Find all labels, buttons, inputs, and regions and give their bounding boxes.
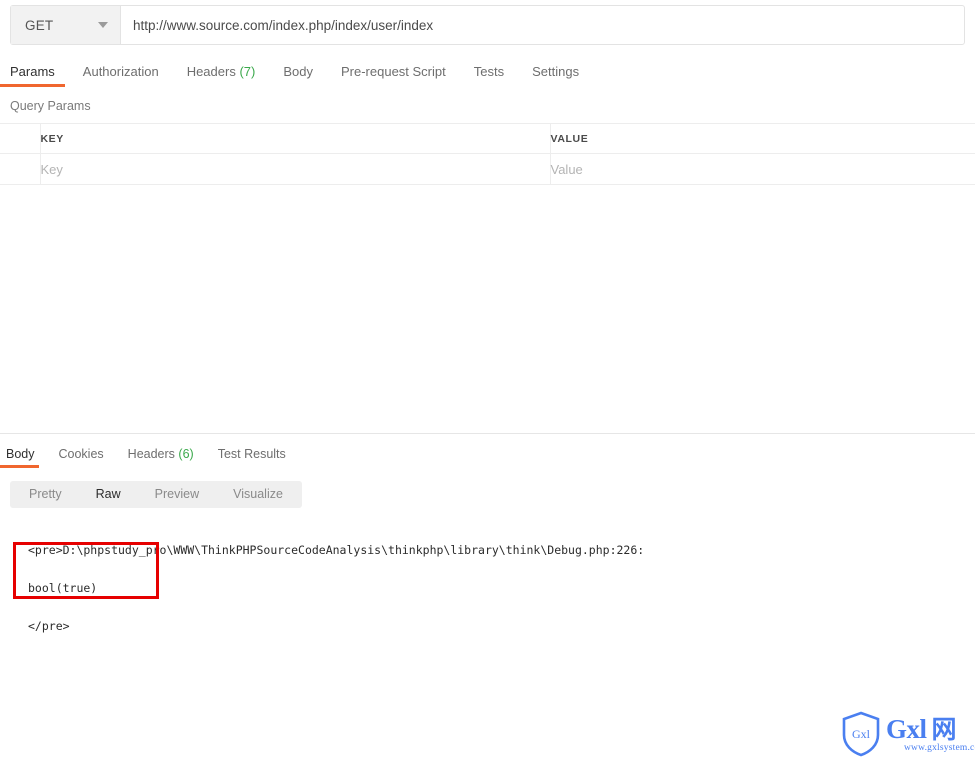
request-url-input[interactable]: http://www.source.com/index.php/index/us… bbox=[121, 6, 964, 44]
query-params-title: Query Params bbox=[10, 99, 91, 113]
response-tab-cookies-label: Cookies bbox=[58, 447, 104, 461]
header-cell-value: VALUE bbox=[550, 123, 975, 154]
shield-icon: Gxl bbox=[842, 711, 880, 757]
tab-headers-count: (7) bbox=[239, 64, 256, 79]
view-mode-visualize[interactable]: Visualize bbox=[216, 481, 300, 508]
request-empty-area bbox=[0, 185, 975, 433]
tab-tests-label: Tests bbox=[473, 64, 505, 79]
watermark: Gxl Gxl 网 www.gxlsystem.com bbox=[840, 708, 975, 760]
chevron-down-icon bbox=[98, 22, 108, 28]
tab-pre-request-script[interactable]: Pre-request Script bbox=[341, 64, 446, 87]
request-tabs: Params Authorization Headers (7) Body Pr… bbox=[0, 59, 975, 87]
response-tabs: Body Cookies Headers (6) Test Results bbox=[0, 440, 975, 468]
response-tab-body-label: Body bbox=[6, 447, 35, 461]
tab-params[interactable]: Params bbox=[0, 64, 65, 87]
tab-settings-label: Settings bbox=[532, 64, 580, 79]
header-cell-key: KEY bbox=[40, 123, 551, 154]
response-view-mode-group: Pretty Raw Preview Visualize bbox=[10, 481, 302, 508]
view-mode-preview[interactable]: Preview bbox=[138, 481, 216, 508]
tab-headers-label: Headers bbox=[186, 64, 236, 79]
response-body-line: </pre> bbox=[28, 619, 70, 633]
tab-settings[interactable]: Settings bbox=[532, 64, 579, 87]
response-tab-cookies[interactable]: Cookies bbox=[59, 447, 104, 468]
row-key-input[interactable]: Key bbox=[40, 153, 551, 185]
tab-body-label: Body bbox=[283, 64, 313, 79]
tab-tests[interactable]: Tests bbox=[474, 64, 504, 87]
response-body[interactable]: <pre>D:\phpstudy_pro\WWW\ThinkPHPSourceC… bbox=[0, 522, 975, 655]
tab-pre-request-script-label: Pre-request Script bbox=[340, 64, 446, 79]
query-params-table: KEY VALUE Key Value bbox=[0, 123, 975, 185]
response-body-line: bool(true) bbox=[28, 581, 98, 595]
header-cell-select bbox=[0, 123, 41, 154]
tab-authorization[interactable]: Authorization bbox=[83, 64, 159, 87]
http-method-label: GET bbox=[25, 17, 54, 33]
response-tab-test-results[interactable]: Test Results bbox=[218, 447, 286, 468]
row-checkbox-cell[interactable] bbox=[0, 153, 41, 185]
response-tab-body[interactable]: Body bbox=[0, 447, 38, 468]
view-mode-raw[interactable]: Raw bbox=[79, 481, 138, 508]
watermark-url: www.gxlsystem.com bbox=[904, 743, 975, 753]
table-header-row: KEY VALUE bbox=[0, 123, 975, 154]
watermark-text-group: Gxl 网 www.gxlsystem.com bbox=[886, 715, 975, 753]
svg-text:Gxl: Gxl bbox=[852, 727, 871, 741]
response-tab-headers-label: Headers bbox=[127, 447, 175, 461]
tab-params-label: Params bbox=[10, 64, 55, 79]
table-row: Key Value bbox=[0, 153, 975, 185]
view-mode-pretty[interactable]: Pretty bbox=[12, 481, 79, 508]
tab-authorization-label: Authorization bbox=[82, 64, 159, 79]
row-value-input[interactable]: Value bbox=[550, 153, 975, 185]
response-tab-headers[interactable]: Headers (6) bbox=[128, 447, 194, 468]
response-body-line: <pre>D:\phpstudy_pro\WWW\ThinkPHPSourceC… bbox=[28, 543, 645, 557]
response-divider bbox=[0, 433, 975, 434]
http-method-select[interactable]: GET bbox=[11, 6, 121, 44]
response-tab-test-results-label: Test Results bbox=[217, 447, 286, 461]
response-tab-headers-count: (6) bbox=[178, 447, 194, 461]
tab-headers[interactable]: Headers (7) bbox=[187, 64, 256, 87]
request-url-bar: GET http://www.source.com/index.php/inde… bbox=[10, 5, 965, 45]
tab-body[interactable]: Body bbox=[283, 64, 313, 87]
watermark-brand-line: Gxl 网 bbox=[886, 715, 975, 744]
watermark-brand-cn: 网 bbox=[931, 716, 957, 744]
watermark-brand: Gxl bbox=[886, 714, 927, 744]
